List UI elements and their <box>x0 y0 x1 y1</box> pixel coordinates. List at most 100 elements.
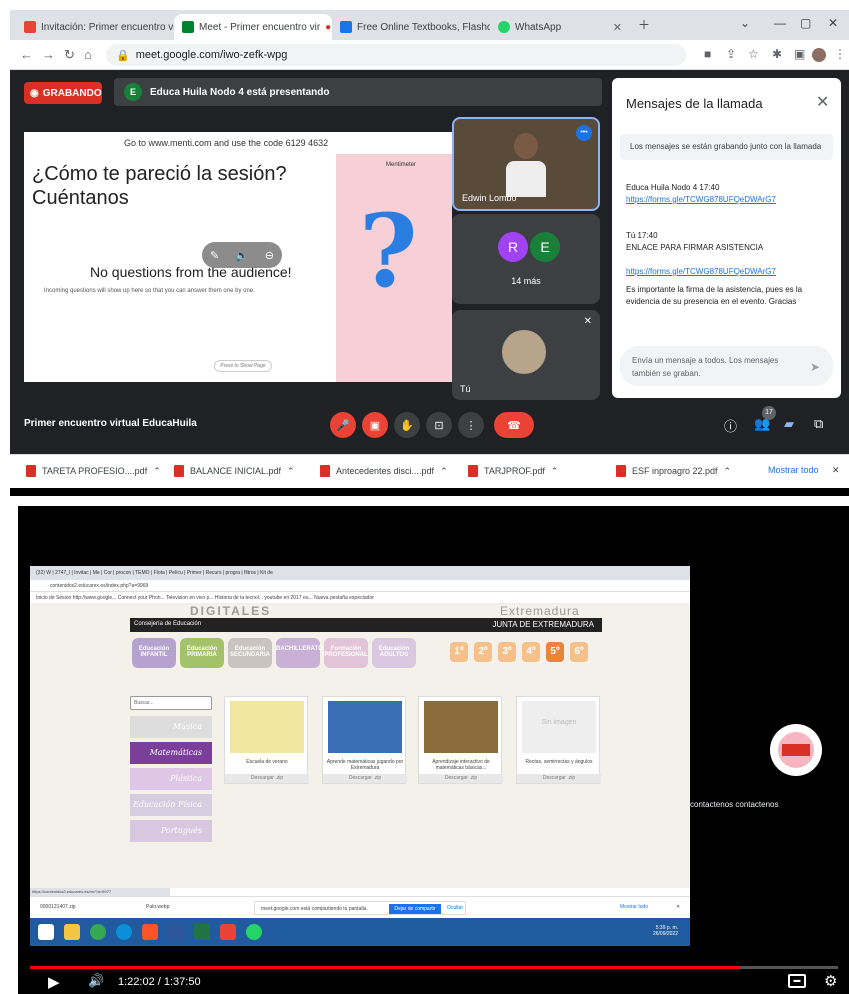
video-player[interactable]: (32) W | 2747_l | Invitac | Me | Cor | p… <box>18 506 849 994</box>
back-icon[interactable]: ← <box>20 47 33 62</box>
more-options-button[interactable]: ⋮ <box>458 412 484 438</box>
shared-brand-region: Extremadura <box>500 604 580 618</box>
shared-brand: DIGITALES <box>190 604 272 618</box>
chevron-down-icon[interactable]: ⌄ <box>740 16 750 30</box>
chat-icon[interactable]: ▰ <box>784 416 794 432</box>
url-field[interactable]: 🔒 meet.google.com/iwo-zefk-wpg <box>106 44 686 66</box>
recording-note: Los mensajes se están grabando junto con… <box>620 134 833 160</box>
whatsapp-icon <box>246 924 262 940</box>
tab-invitation[interactable]: Invitación: Primer encuentro virt ✕ <box>16 14 174 40</box>
pin-off-icon[interactable]: ✎ <box>210 249 219 262</box>
tab-whatsapp[interactable]: WhatsApp ✕ <box>490 14 630 40</box>
avatar: E <box>530 232 560 262</box>
chrome-icon <box>220 924 236 940</box>
close-icon[interactable]: ✕ <box>613 21 622 34</box>
card-image-placeholder: Sin imagen <box>522 701 596 753</box>
send-icon[interactable]: ➤ <box>810 360 820 374</box>
meet-icon <box>182 21 194 33</box>
download-item[interactable]: TARJPROF.pdf ⌃ <box>468 465 558 477</box>
close-icon[interactable]: ✕ <box>832 465 840 476</box>
chevron-up-icon[interactable]: ⌃ <box>551 466 559 477</box>
excel-icon <box>194 924 210 940</box>
volume-icon[interactable]: 🔊 <box>88 973 104 989</box>
brave-icon <box>142 924 158 940</box>
remove-icon[interactable]: ⊖ <box>265 249 274 262</box>
menu-icon[interactable]: ⋮ <box>834 47 846 61</box>
camera-off-button[interactable]: ▣ <box>362 412 388 438</box>
header-right: JUNTA DE EXTREMADURA <box>492 620 594 629</box>
screen-share-notice: meet.google.com está compartiendo tu pan… <box>254 901 466 915</box>
show-all-downloads[interactable]: Mostrar todo <box>768 465 819 475</box>
subject-musica: Música <box>130 716 212 738</box>
profile-avatar[interactable] <box>812 48 826 62</box>
sidepanel-icon[interactable]: ▣ <box>794 47 805 61</box>
share-icon[interactable]: ⇪ <box>726 47 736 61</box>
new-tab-icon[interactable]: ＋ <box>638 16 650 33</box>
level-primaria: Educación PRIMARIA <box>180 638 224 668</box>
maximize-icon[interactable]: ▢ <box>800 16 811 30</box>
raise-hand-button[interactable]: ✋ <box>394 412 420 438</box>
pdf-icon <box>616 465 626 477</box>
progress-bar[interactable] <box>30 966 838 969</box>
tab-meet[interactable]: Meet - Primer encuentro vir ● ✕ <box>174 14 332 40</box>
download-name: TARJPROF.pdf <box>484 466 545 476</box>
meet-window: Invitación: Primer encuentro virt ✕ Meet… <box>10 10 849 495</box>
extensions-icon[interactable]: ✱ <box>772 47 782 61</box>
shared-download-item: Palo.webp <box>146 904 170 910</box>
mic-off-button[interactable]: 🎤 <box>330 412 356 438</box>
star-icon[interactable]: ☆ <box>748 47 759 61</box>
taskbar-strip <box>10 488 849 496</box>
participant-tile-more[interactable]: R E 14 más <box>452 214 600 304</box>
present-button[interactable]: ⊡ <box>426 412 452 438</box>
card-download: Descargar .zip <box>517 774 601 783</box>
chat-input[interactable]: Envía un mensaje a todos. Los mensajes t… <box>620 346 833 386</box>
leave-call-button[interactable]: ☎ <box>494 412 534 438</box>
tab-textbooks[interactable]: Free Online Textbooks, Flashcard ✕ <box>332 14 490 40</box>
card-caption: Rectas, semirrectas y ángulos <box>525 759 593 765</box>
forward-icon[interactable]: → <box>42 47 55 62</box>
download-item[interactable]: Antecedentes disci....pdf ⌃ <box>320 465 448 477</box>
activities-icon[interactable]: ⧉ <box>814 416 823 432</box>
message-link[interactable]: https://forms.gle/TCWG878UFQeDWArG7 <box>626 194 826 206</box>
download-item[interactable]: ESF inproagro 22.pdf ⌃ <box>616 465 731 477</box>
info-icon[interactable]: ⓘ <box>724 416 737 435</box>
message-link[interactable]: https://forms.gle/TCWG878UFQeDWArG7 <box>626 266 826 278</box>
grade-6: 6º <box>570 642 588 662</box>
chrome-icon <box>90 924 106 940</box>
camera-icon[interactable]: ■ <box>704 47 711 61</box>
shared-search: Buscar... <box>130 696 212 710</box>
close-window-icon[interactable]: ✕ <box>828 16 838 30</box>
time-display: 1:22:02 / 1:37:50 <box>118 976 201 988</box>
presenter-avatar: E <box>124 83 142 101</box>
download-name: ESF inproagro 22.pdf <box>632 466 718 476</box>
shared-download-item: 0000121407.zip <box>40 904 76 910</box>
chevron-up-icon[interactable]: ⌃ <box>287 466 295 477</box>
chevron-up-icon[interactable]: ⌃ <box>440 466 448 477</box>
resource-card: Aprende matemáticas jugando por Extremad… <box>322 696 407 784</box>
minimize-icon[interactable]: — <box>774 16 786 30</box>
close-icon[interactable]: ✕ <box>816 92 829 112</box>
shared-page: DIGITALES Extremadura Consejería de Educ… <box>30 604 690 888</box>
download-item[interactable]: BALANCE INICIAL.pdf ⌃ <box>174 465 295 477</box>
download-item[interactable]: TARETA PROFESIO....pdf ⌃ <box>26 465 161 477</box>
card-caption: Aprendizaje interactivo de matemáticas b… <box>432 759 490 771</box>
shared-bookmarks: Inicio de Sesion http://www.google... Co… <box>30 592 690 604</box>
home-icon[interactable]: ⌂ <box>84 47 92 62</box>
card-caption: Aprende matemáticas jugando por Extremad… <box>326 759 404 771</box>
participant-tile-edwin[interactable]: ••• Edwin Lombo <box>452 117 600 211</box>
reload-icon[interactable]: ↻ <box>64 47 75 63</box>
play-icon[interactable]: ▶ <box>48 973 60 991</box>
participant-side-name: contactenos contactenos <box>690 800 779 809</box>
chevron-up-icon[interactable]: ⌃ <box>153 466 161 477</box>
word-icon <box>168 924 184 940</box>
participant-tile-self[interactable]: ✕ Tú <box>452 310 600 400</box>
hide-button: Ocultar <box>447 905 464 911</box>
chevron-up-icon[interactable]: ⌃ <box>724 466 732 477</box>
subtitles-icon[interactable]: ▬ <box>788 974 806 988</box>
avatar: R <box>498 232 528 262</box>
level-bachillerato: BACHILLERATO <box>276 638 323 668</box>
gear-icon[interactable]: ⚙ <box>824 972 837 990</box>
volume-icon[interactable]: 🔈 <box>235 249 249 262</box>
participant-name: Edwin Lombo <box>462 193 517 203</box>
shared-show-all: Mostrar todo <box>620 904 649 910</box>
